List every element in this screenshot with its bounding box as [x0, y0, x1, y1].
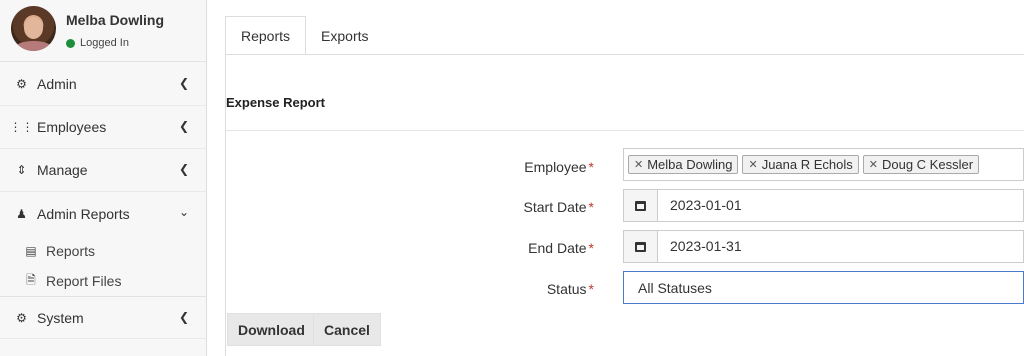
sidebar-subitem-label: Report Files: [46, 273, 122, 289]
start-date-value: 2023-01-01: [670, 197, 742, 213]
status-label: Status *: [546, 281, 594, 297]
sidebar-item-employees[interactable]: ⋮⋮ Employees ❮: [0, 106, 206, 149]
status-select[interactable]: All Statuses: [623, 271, 1024, 304]
sidebar-subitem-report-files[interactable]: 🗎 Report Files: [0, 266, 206, 296]
sidebar-item-system[interactable]: ⚙ System ❮: [0, 296, 206, 339]
main-content: Reports Exports Expense Report Employee *…: [207, 0, 1024, 356]
sidebar-item-manage[interactable]: ⇕ Manage ❮: [0, 149, 206, 192]
employee-tag[interactable]: ✕ Juana R Echols: [742, 155, 859, 174]
sidebar-item-admin-reports[interactable]: ♟ Admin Reports ⌄: [0, 192, 206, 235]
status-dot-icon: [66, 38, 75, 48]
tab-bar: Reports Exports: [225, 16, 384, 55]
tab-divider: [225, 54, 1024, 55]
sidebar-item-label: System: [37, 309, 84, 326]
grid-icon: ⋮⋮: [9, 120, 34, 134]
status-value: All Statuses: [638, 280, 712, 296]
sidebar-item-admin[interactable]: ⚙ Admin ❮: [0, 63, 206, 106]
sidebar-item-label: Admin: [37, 76, 77, 92]
chevron-left-icon: ❮: [178, 76, 189, 90]
user-status: Logged In: [66, 37, 129, 49]
sidebar-subitem-reports[interactable]: ▤ Reports: [0, 236, 206, 266]
avatar: [11, 6, 56, 51]
chevron-left-icon: ❮: [178, 310, 189, 324]
download-button[interactable]: Download: [227, 313, 316, 346]
start-date-label: Start Date *: [523, 199, 594, 215]
tab-reports[interactable]: Reports: [225, 16, 307, 55]
remove-icon[interactable]: ✕: [869, 158, 878, 171]
tab-exports[interactable]: Exports: [306, 16, 383, 55]
remove-icon[interactable]: ✕: [748, 158, 757, 171]
employee-tag[interactable]: ✕ Melba Dowling: [628, 155, 739, 174]
sidebar-item-label: Admin Reports: [37, 205, 130, 222]
sidebar: Melba Dowling Logged In ⚙ Admin ❮ ⋮⋮ Emp…: [0, 0, 207, 356]
user-tie-icon: ♟: [16, 206, 27, 221]
cogs-icon: ⚙: [16, 310, 27, 325]
report-icon: ▤: [25, 244, 37, 258]
section-divider: [226, 130, 1024, 131]
user-name: Melba Dowling: [66, 12, 164, 28]
calendar-icon[interactable]: [624, 231, 658, 262]
chevron-down-icon: ⌄: [178, 205, 189, 219]
end-date-label: End Date *: [528, 240, 594, 256]
calendar-icon[interactable]: [624, 190, 658, 221]
arrows-icon: ⇕: [16, 163, 27, 177]
page-title: Expense Report: [226, 95, 325, 110]
cancel-button[interactable]: Cancel: [313, 313, 381, 346]
chevron-left-icon: ❮: [178, 119, 189, 133]
remove-icon[interactable]: ✕: [634, 158, 643, 171]
sidebar-subitem-label: Reports: [46, 243, 96, 259]
user-status-text: Logged In: [80, 37, 129, 49]
sidebar-item-label: Employees: [37, 119, 107, 135]
sidebar-item-label: Manage: [37, 162, 88, 178]
end-date-value: 2023-01-31: [670, 238, 742, 254]
file-export-icon: 🗎: [26, 272, 36, 287]
users-cog-icon: ⚙: [16, 77, 27, 91]
user-panel: Melba Dowling Logged In: [0, 0, 206, 62]
start-date-field[interactable]: 2023-01-01: [623, 189, 1024, 222]
chevron-left-icon: ❮: [178, 162, 189, 176]
end-date-field[interactable]: 2023-01-31: [623, 230, 1024, 263]
employee-label: Employee *: [524, 159, 594, 175]
employee-tag[interactable]: ✕ Doug C Kessler: [862, 155, 980, 174]
employee-multiselect[interactable]: ✕ Melba Dowling ✕ Juana R Echols ✕ Doug C K…: [623, 148, 1024, 181]
